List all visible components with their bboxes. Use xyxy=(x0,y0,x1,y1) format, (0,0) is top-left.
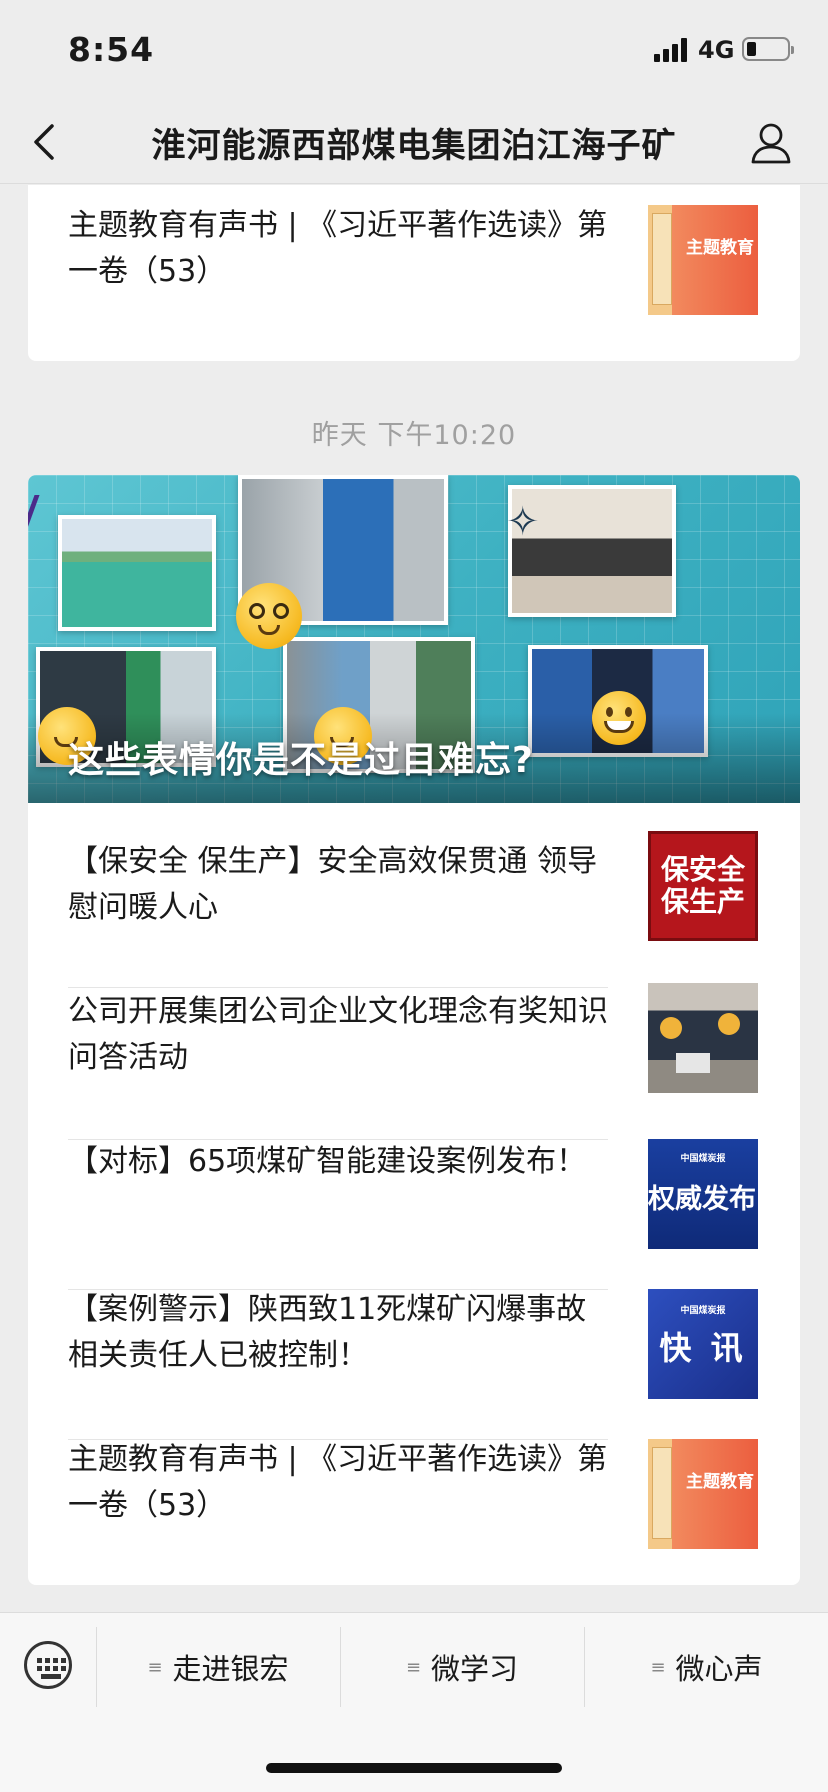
menu-icon: ≡ xyxy=(650,1656,666,1678)
article-item[interactable]: 公司开展集团公司企业文化理念有奖知识问答活动 xyxy=(68,983,760,1139)
signal-icon xyxy=(654,38,690,62)
message-list[interactable]: 主题教育有声书 | 《习近平著作选读》第一卷（53） 主题教育 昨天 下午10:… xyxy=(0,185,828,1610)
article-thumbnail xyxy=(648,983,758,1093)
battery-level xyxy=(747,42,756,56)
home-indicator[interactable] xyxy=(266,1763,562,1773)
status-bar: 8:54 4G xyxy=(0,0,828,100)
article-title: 主题教育有声书 | 《习近平著作选读》第一卷（53） xyxy=(68,208,608,289)
article-item[interactable]: 主题教育有声书 | 《习近平著作选读》第一卷（53） 主题教育 xyxy=(68,203,760,353)
menu-item-label: 走进银宏 xyxy=(172,1652,289,1686)
nerd-emoji-icon xyxy=(236,583,302,649)
photo-basketball xyxy=(58,515,216,631)
feature-banner[interactable]: ✧ 这些表情你是不是过目难忘? xyxy=(28,475,800,803)
article-card: ✧ 这些表情你是不是过目难忘? 【保安全 保生产】安全高效保贯通 领导慰问暖人心… xyxy=(28,475,800,1585)
article-item[interactable]: 【对标】65项煤矿智能建设案例发布！ 中国煤炭报 权威发布 xyxy=(68,1139,760,1289)
keyboard-button[interactable] xyxy=(24,1641,72,1689)
article-title: 公司开展集团公司企业文化理念有奖知识问答活动 xyxy=(68,994,608,1075)
article-item[interactable]: 主题教育有声书 | 《习近平著作选读》第一卷（53） 主题教育 xyxy=(68,1437,760,1585)
nav-bar: 淮河能源西部煤电集团泊江海子矿 xyxy=(0,100,828,184)
status-time: 8:54 xyxy=(68,30,155,69)
menu-icon: ≡ xyxy=(147,1656,163,1678)
article-thumbnail: 保安全 保生产 xyxy=(648,831,758,941)
sparkle-icon: ✧ xyxy=(506,499,540,545)
back-button[interactable] xyxy=(26,118,70,166)
article-title: 【保安全 保生产】安全高效保贯通 领导慰问暖人心 xyxy=(68,844,598,925)
banner-caption: 这些表情你是不是过目难忘? xyxy=(68,740,534,781)
article-card: 主题教育有声书 | 《习近平著作选读》第一卷（53） 主题教育 xyxy=(28,185,800,361)
article-thumbnail: 主题教育 xyxy=(648,1439,758,1549)
article-title: 主题教育有声书 | 《习近平著作选读》第一卷（53） xyxy=(68,1442,608,1523)
article-title: 【对标】65项煤矿智能建设案例发布！ xyxy=(68,1144,587,1179)
chevron-left-icon xyxy=(34,124,54,160)
menu-item-weixinsheng[interactable]: ≡ 微心声 xyxy=(585,1627,828,1707)
article-thumbnail: 主题教育 xyxy=(648,205,758,315)
article-thumbnail: 中国煤炭报 快 讯 xyxy=(648,1289,758,1399)
menu-item-label: 微心声 xyxy=(675,1652,763,1686)
article-item[interactable]: 【案例警示】陕西致11死煤矿闪爆事故相关责任人已被控制！ 中国煤炭报 快 讯 xyxy=(68,1287,760,1437)
grin-emoji-icon xyxy=(592,691,646,745)
menu-item-zoujinyinhong[interactable]: ≡ 走进银宏 xyxy=(97,1627,339,1707)
menu-item-weixuexi[interactable]: ≡ 微学习 xyxy=(341,1627,583,1707)
divider xyxy=(68,987,608,988)
network-type: 4G xyxy=(698,36,735,64)
person-icon xyxy=(751,123,791,164)
article-thumbnail: 中国煤炭报 权威发布 xyxy=(648,1139,758,1249)
battery-icon xyxy=(742,37,794,61)
menu-icon: ≡ xyxy=(405,1656,422,1678)
menu-item-label: 微学习 xyxy=(431,1652,519,1686)
article-item[interactable]: 【保安全 保生产】安全高效保贯通 领导慰问暖人心 保安全 保生产 xyxy=(68,831,760,989)
page-title: 淮河能源西部煤电集团泊江海子矿 xyxy=(151,126,677,166)
article-title: 【案例警示】陕西致11死煤矿闪爆事故相关责任人已被控制！ xyxy=(68,1292,587,1373)
profile-button[interactable] xyxy=(746,118,796,168)
message-timestamp: 昨天 下午10:20 xyxy=(311,420,517,451)
